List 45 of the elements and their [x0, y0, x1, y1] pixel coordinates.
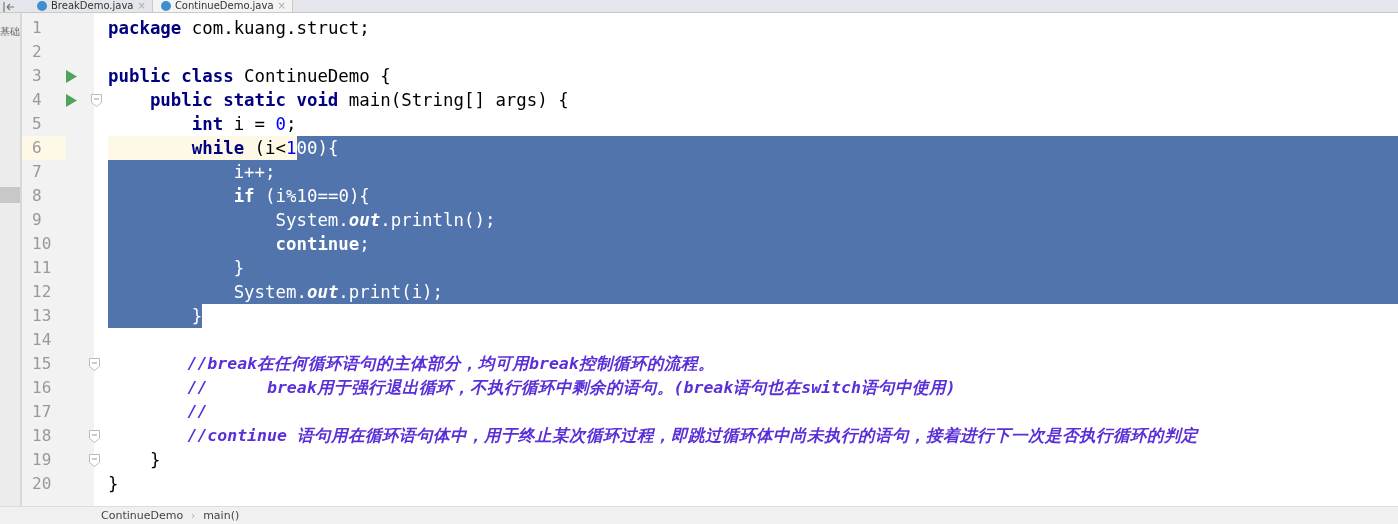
class-file-icon: [37, 1, 47, 11]
code-line: int i = 0;: [190, 113, 297, 136]
line-number: 15: [31, 353, 53, 375]
line-number: 9: [31, 209, 43, 231]
fold-icon[interactable]: [89, 429, 100, 443]
code-line: // break用于强行退出循环，不执行循环中剩余的语句。(break语句也在switch语句中使用): [186, 377, 956, 399]
fold-icon[interactable]: [89, 357, 100, 371]
line-number: 3: [31, 65, 43, 87]
breadcrumb-separator: ›: [191, 510, 196, 521]
code-line: public class ContinueDemo {: [108, 65, 391, 88]
code-line: public static void main(String[] args) {: [148, 89, 569, 112]
code-line: package com.kuang.struct;: [108, 17, 370, 40]
line-number: 11: [31, 257, 53, 279]
code-line: }: [148, 449, 161, 472]
breadcrumb[interactable]: main(): [203, 509, 240, 522]
code-line: }: [108, 473, 119, 496]
file-tab[interactable]: ContinueDemo.java ×: [152, 0, 293, 12]
panel-scroll-thumb[interactable]: [0, 187, 20, 203]
run-icon[interactable]: [66, 93, 77, 107]
run-icon[interactable]: [66, 69, 77, 83]
line-number: 4: [31, 89, 43, 111]
line-number: 16: [31, 377, 53, 399]
code-line: //break在任何循环语句的主体部分，均可用break控制循环的流程。: [186, 353, 715, 375]
breadcrumb[interactable]: ContinueDemo: [101, 509, 184, 522]
fold-icon[interactable]: [91, 93, 102, 107]
line-number: 17: [31, 401, 53, 423]
line-number: 13: [31, 305, 53, 327]
line-number: 19: [31, 449, 53, 471]
line-number: 12: [31, 281, 53, 303]
line-number: 6: [22, 136, 66, 160]
collapse-icon[interactable]: [3, 2, 15, 12]
line-number: 18: [31, 425, 53, 447]
line-number: 20: [31, 473, 53, 495]
line-number: 2: [31, 41, 43, 63]
line-number: 1: [31, 17, 43, 39]
fold-icon[interactable]: [89, 453, 100, 467]
class-file-icon: [160, 1, 171, 11]
code-line: //: [186, 401, 208, 423]
line-number: 10: [31, 233, 53, 255]
line-number: 14: [31, 329, 53, 351]
project-panel-label[interactable]: 基础: [0, 27, 20, 37]
code-line: //continue 语句用在循环语句体中，用于终止某次循环过程，即跳过循环体中尚未执行的语句，接着进行下一次是否执行循环的判定: [186, 425, 1198, 447]
line-number: 8: [31, 185, 43, 207]
line-number: 7: [31, 161, 43, 183]
line-number: 5: [31, 113, 43, 135]
